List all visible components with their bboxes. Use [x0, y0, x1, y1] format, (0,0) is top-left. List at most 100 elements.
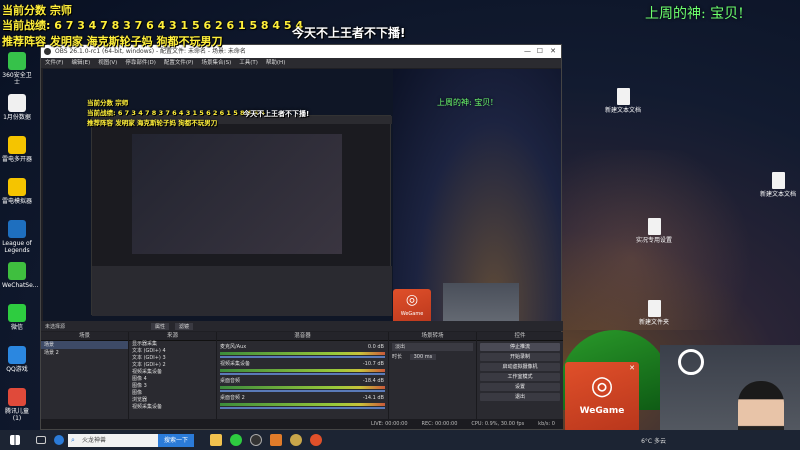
search-button[interactable]: 搜索一下: [158, 433, 195, 447]
app-icon[interactable]: [270, 434, 283, 446]
control-button[interactable]: 停止推流: [480, 343, 560, 351]
desktop-file[interactable]: 新建文本文档: [760, 172, 796, 198]
source-item[interactable]: 文本 (GDI+) 3: [129, 355, 216, 362]
desktop-icon[interactable]: WeChatSe...: [2, 262, 39, 289]
sources-dock-title: 来源: [129, 332, 216, 341]
wegame-close-icon[interactable]: ✕: [629, 364, 635, 372]
control-button[interactable]: 退出: [480, 393, 560, 401]
source-item[interactable]: 视频采集设备: [129, 404, 216, 411]
preview-score: 当前分数 宗师: [87, 99, 129, 107]
desktop-icon[interactable]: QQ游戏: [2, 346, 32, 373]
app-icon: [8, 52, 26, 70]
source-item[interactable]: 视频采集设备: [129, 369, 216, 376]
no-source-label: 未选择源: [45, 323, 66, 330]
menu-item[interactable]: 编辑(E): [71, 58, 90, 68]
minimize-button[interactable]: —: [524, 45, 531, 58]
menu-item[interactable]: 视图(V): [98, 58, 117, 68]
desktop-icon-label: 雷电模拟器: [2, 198, 33, 205]
desktop-icon[interactable]: 微信: [2, 304, 32, 331]
task-view-icon[interactable]: [36, 436, 46, 444]
mixer-channel: 视频采集设备 -10.7 dB: [217, 360, 388, 375]
sources-list: 显示器采集 文本 (GDI+) 4 文本 (GDI+) 3 文本 (GDI+) 2 视频…: [129, 341, 216, 411]
obs-taskbar-icon[interactable]: [250, 434, 263, 446]
desktop-icon[interactable]: 360安全卫士: [2, 52, 32, 86]
edge-icon[interactable]: [54, 435, 64, 445]
source-item[interactable]: 文本 (GDI+) 4: [129, 348, 216, 355]
folder-icon[interactable]: [210, 434, 223, 446]
source-item[interactable]: 图像 4: [129, 376, 216, 383]
volume-slider[interactable]: [220, 373, 385, 375]
obs-docks: 场景 场景 场景 2 来源 显示器采集 文本 (GDI+) 4 文本 (GDI+) 3…: [41, 332, 563, 420]
scenes-dock: 场景 场景 场景 2: [41, 332, 129, 420]
app-icon: [8, 220, 26, 238]
source-item[interactable]: 文本 (GDI+) 2: [129, 362, 216, 369]
control-button[interactable]: 开始录制: [480, 353, 560, 361]
menu-item[interactable]: 配置文件(P): [164, 58, 194, 68]
wegame-taskbar-icon[interactable]: [310, 434, 323, 446]
control-button[interactable]: 工作室模式: [480, 373, 560, 381]
channel-name: 桌面音频 2: [220, 395, 245, 401]
menu-item[interactable]: 停靠部件(D): [125, 58, 156, 68]
channel-db: 0.0 dB: [367, 344, 384, 350]
desktop-file[interactable]: 新建文件夹: [636, 300, 672, 326]
mixer-dock: 混音器 麦克风/Aux 0.0 dB 视频采集设备 -10.7 dB 桌面音频 -18.4…: [217, 332, 389, 420]
desktop-file[interactable]: 新建文本文档: [605, 88, 641, 114]
menu-item[interactable]: 文件(F): [45, 58, 63, 68]
mixer-dock-title: 混音器: [217, 332, 388, 341]
status-live: LIVE: 00:00:00: [370, 421, 408, 427]
scene-item[interactable]: 场景 2: [41, 349, 128, 357]
desktop-icon[interactable]: League of Legends: [2, 220, 32, 254]
volume-slider[interactable]: [220, 407, 385, 409]
app-icon: [8, 346, 26, 364]
app-icon: [8, 304, 26, 322]
menu-item[interactable]: 工具(T): [239, 58, 258, 68]
source-item[interactable]: 图像: [129, 390, 216, 397]
status-bitrate: kb/s: 0: [538, 421, 555, 427]
taskbar-search-input[interactable]: ⌕ 火龙神兽: [68, 433, 158, 447]
desktop-icon-label: 雷电多开器: [2, 156, 33, 163]
lol-icon[interactable]: [290, 434, 303, 446]
control-button[interactable]: 启动虚拟摄像机: [480, 363, 560, 371]
preview-weekly-god: 上周的神: 宝贝!: [437, 98, 494, 107]
volume-slider[interactable]: [220, 390, 385, 392]
scene-item[interactable]: 场景: [41, 341, 128, 349]
controls-dock: 控件 停止推流 开始录制 启动虚拟摄像机 工作室模式 设置 退出: [477, 332, 563, 420]
source-item[interactable]: 图像 3: [129, 383, 216, 390]
desktop-file-label: 新建文本文档: [760, 191, 797, 198]
desktop-icon[interactable]: 雷电模拟器: [2, 178, 32, 205]
obs-preview[interactable]: 当前分数 宗师 当前战绩: 6 7 3 4 7 8 3 7 6 4 3 1 5 …: [43, 69, 561, 331]
wegame-popup[interactable]: ✕ ◎ WeGame: [565, 362, 639, 432]
weather-widget[interactable]: 6°C 多云: [641, 436, 666, 445]
desktop-icon[interactable]: 1月份数据: [2, 94, 32, 121]
wechat-icon[interactable]: [230, 434, 243, 446]
properties-button[interactable]: 属性: [151, 322, 170, 330]
control-button[interactable]: 设置: [480, 383, 560, 391]
app-icon: [8, 262, 26, 280]
transition-type[interactable]: 淡出: [392, 343, 473, 351]
source-item[interactable]: 浏览器: [129, 397, 216, 404]
desktop-icon-label: League of Legends: [2, 240, 32, 254]
volume-meter: [220, 369, 385, 372]
close-button[interactable]: ✕: [550, 45, 556, 58]
obs-menubar: 文件(F) 编辑(E) 视图(V) 停靠部件(D) 配置文件(P) 场景集合(S) 工具(T…: [41, 58, 561, 68]
desktop-icon[interactable]: 雷电多开器: [2, 136, 32, 163]
desktop-file-label: 新建文件夹: [638, 319, 669, 326]
obs-window[interactable]: OBS 26.1.0-rc1 (64-bit, windows) - 配置文件:…: [40, 44, 563, 430]
maximize-button[interactable]: ☐: [537, 45, 543, 58]
menu-item[interactable]: 帮助(H): [266, 58, 285, 68]
preview-record: 当前战绩: 6 7 3 4 7 8 3 7 6 4 3 1 5 6 2 6 1 …: [87, 109, 265, 117]
menu-item[interactable]: 场景集合(S): [201, 58, 231, 68]
source-item[interactable]: 显示器采集: [129, 341, 216, 348]
transition-duration[interactable]: 时长 300 ms: [389, 353, 476, 361]
desktop-icon[interactable]: 腾讯儿童(1): [2, 388, 32, 422]
wegame-logo-icon: ◎: [590, 371, 614, 401]
source-toolbar: 未选择源 属性 滤镜: [41, 321, 563, 331]
filters-button[interactable]: 滤镜: [175, 322, 194, 330]
channel-db: -14.1 dB: [362, 395, 384, 401]
windows-start-icon[interactable]: [10, 435, 20, 445]
channel-name: 麦克风/Aux: [220, 344, 247, 350]
channel-db: -18.4 dB: [362, 378, 384, 384]
channel-name: 桌面音频: [220, 378, 241, 384]
desktop-file[interactable]: 实况专用设置: [636, 218, 672, 244]
volume-slider[interactable]: [220, 356, 385, 358]
